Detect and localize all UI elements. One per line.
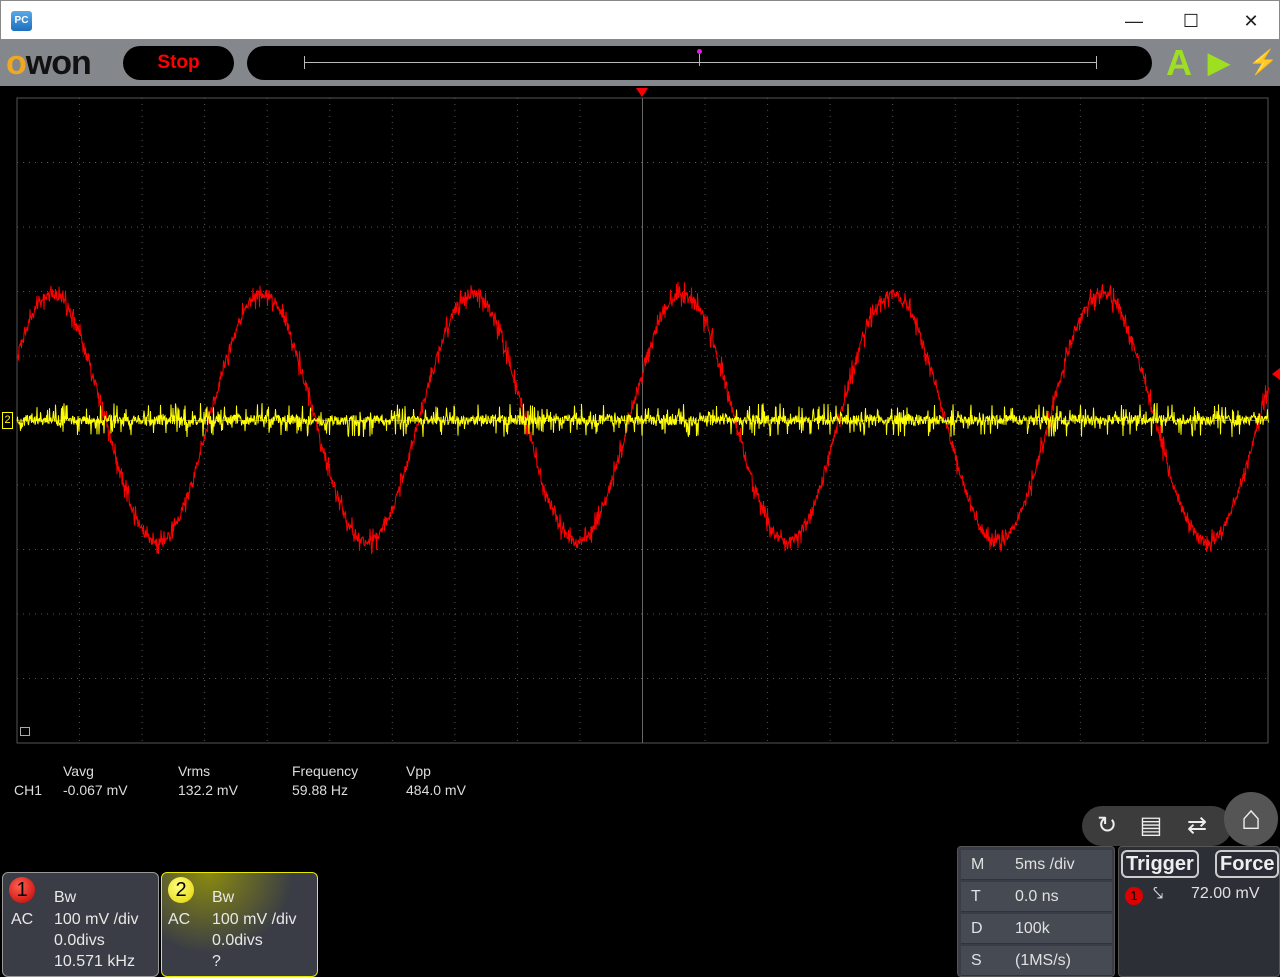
meas-value-vrms: 132.2 mV [178, 782, 238, 798]
ch2-scale: 100 mV /div [212, 911, 297, 928]
run-icon[interactable]: ▶ [1208, 44, 1230, 82]
h-row-timebase[interactable]: M 5ms /div [961, 850, 1112, 880]
run-stop-button[interactable]: Stop [123, 46, 234, 80]
home-icon[interactable]: ⌂ [1224, 792, 1278, 846]
zoom-window-icon[interactable] [20, 727, 30, 736]
ch2-panel[interactable]: 2 Bw AC 100 mV /div 0.0divs ? [161, 872, 318, 977]
meas-header-vavg: Vavg [63, 763, 94, 779]
ch1-badge: 1 [9, 877, 35, 903]
falling-edge-icon: ⤥ [1153, 883, 1164, 903]
meas-header-vpp: Vpp [406, 763, 431, 779]
ch1-offset: 0.0divs [54, 932, 105, 949]
ch1-coupling: AC [11, 911, 34, 928]
h-row-sample-rate[interactable]: S (1MS/s) [961, 946, 1112, 976]
meas-value-vpp: 484.0 mV [406, 782, 466, 798]
ch2-coupling: AC [168, 911, 191, 928]
trigger-panel: Trigger Force 1 ⤥ 72.00 mV [1118, 846, 1280, 977]
h-row-depth[interactable]: D 100k [961, 914, 1112, 944]
ch1-bandwidth: Bw [54, 889, 77, 906]
trigger-level: 72.00 mV [1191, 885, 1260, 902]
meas-value-vavg: -0.067 mV [63, 782, 128, 798]
swap-window-icon[interactable]: ⇄ [1180, 810, 1214, 842]
maximize-button[interactable]: ☐ [1176, 9, 1206, 33]
ch2-level-marker[interactable]: 2 [2, 412, 13, 429]
minimize-button[interactable]: — [1119, 9, 1149, 33]
trigger-time-marker [636, 88, 648, 97]
force-trigger-icon[interactable]: ⚡ [1248, 44, 1278, 82]
trigger-source-badge: 1 [1125, 887, 1143, 905]
app-icon: PC [11, 11, 32, 31]
ch1-scale: 100 mV /div [54, 911, 139, 928]
meas-value-frequency: 59.88 Hz [292, 782, 349, 798]
ch2-offset: 0.0divs [212, 932, 263, 949]
close-button[interactable]: ✕ [1236, 9, 1266, 33]
auto-set-icon[interactable]: A [1166, 44, 1192, 82]
save-icon[interactable]: ▤ [1134, 810, 1168, 842]
owon-logo: owon [6, 44, 92, 82]
meas-header-frequency: Frequency [292, 763, 359, 779]
trigger-level-marker [1272, 368, 1280, 380]
force-button[interactable]: Force [1215, 850, 1280, 878]
ch2-frequency: ? [212, 953, 221, 970]
reset-home-icon[interactable]: ↻ [1090, 810, 1124, 842]
toolbar: owon Stop A ▶ ⚡ [0, 40, 1280, 86]
timebase-position-bar[interactable] [247, 46, 1152, 80]
ch1-panel[interactable]: 1 Bw AC 100 mV /div 0.0divs 10.571 kHz [2, 872, 159, 977]
title-bar: PC — ☐ ✕ [0, 0, 1280, 40]
trigger-button[interactable]: Trigger [1121, 850, 1199, 878]
tool-buttons: ↻ ▤ ⇄ [1082, 806, 1232, 846]
meas-channel: CH1 [14, 782, 43, 798]
ch1-frequency: 10.571 kHz [54, 953, 135, 970]
trigger-position-marker[interactable] [699, 54, 700, 66]
meas-header-vrms: Vrms [178, 763, 211, 779]
horizontal-panel[interactable]: M 5ms /div T 0.0 ns D 100k S (1MS/s) [957, 846, 1115, 977]
ch2-badge: 2 [168, 877, 194, 903]
waveform-display[interactable] [0, 86, 1280, 786]
ch2-bandwidth: Bw [212, 889, 235, 906]
h-row-trigger-time[interactable]: T 0.0 ns [961, 882, 1112, 912]
